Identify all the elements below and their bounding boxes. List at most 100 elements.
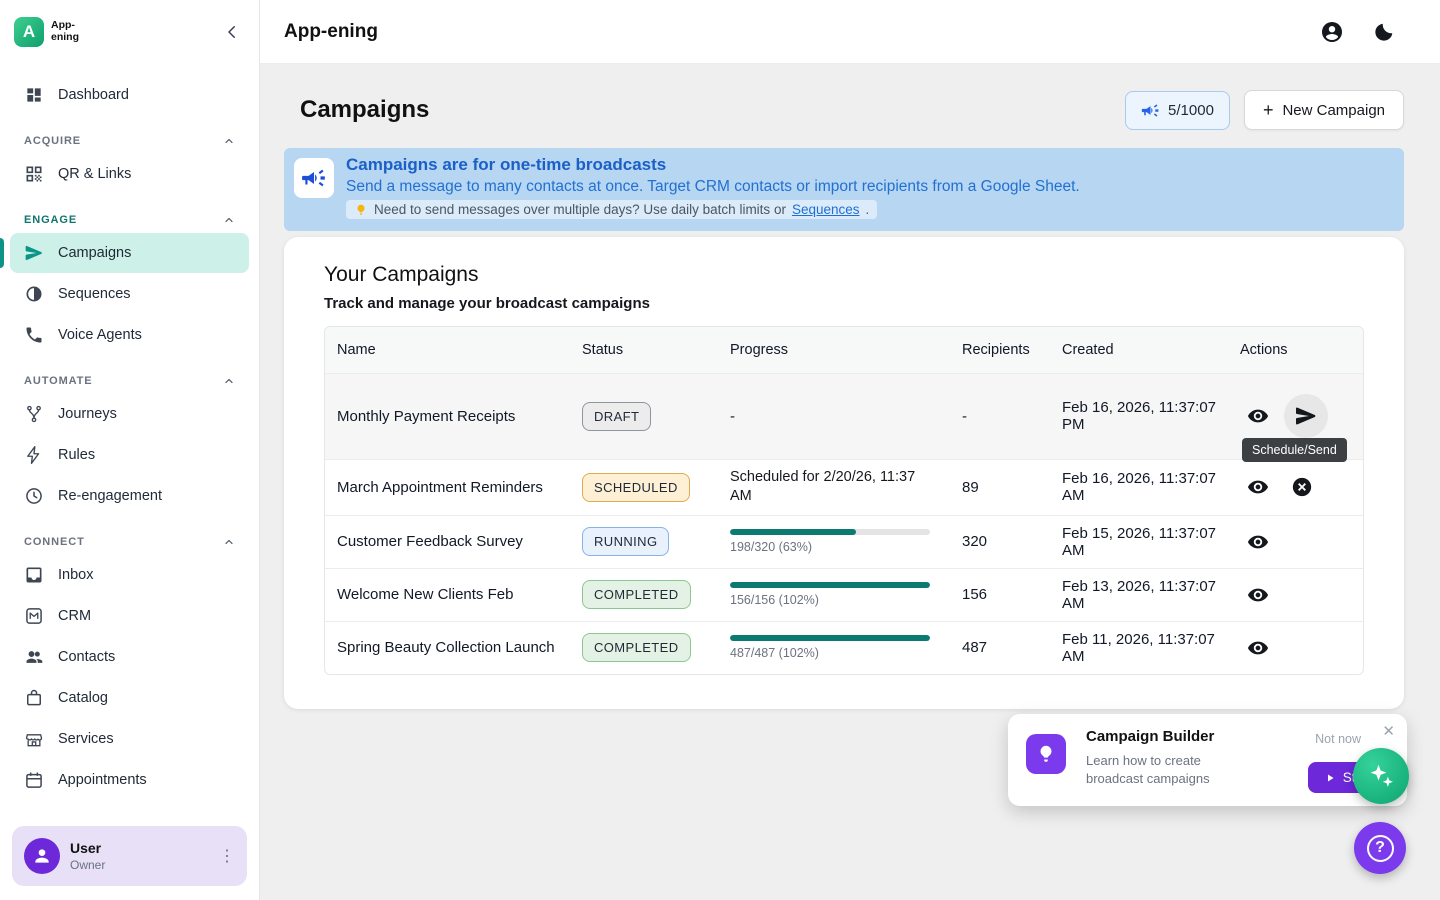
- campaign-created: Feb 15, 2026, 11:37:07 AM: [1050, 515, 1228, 568]
- progress-label: 156/156 (102%): [730, 593, 938, 607]
- sidebar-item-journeys[interactable]: Journeys: [10, 394, 249, 434]
- sidebar-item-re-engagement[interactable]: Re-engagement: [10, 476, 249, 516]
- sidebar-nav: Dashboard ACQUIRE QR & Links ENGAGE Camp…: [0, 64, 259, 816]
- sidebar-item-appointments[interactable]: Appointments: [10, 760, 249, 800]
- sidebar-item-rules[interactable]: Rules: [10, 435, 249, 475]
- sidebar-item-label: Re-engagement: [58, 488, 162, 504]
- sidebar-item-voice-agents[interactable]: Voice Agents: [10, 315, 249, 355]
- view-button[interactable]: [1240, 577, 1276, 613]
- sidebar-item-label: Voice Agents: [58, 327, 142, 343]
- sidebar-item-dashboard[interactable]: Dashboard: [10, 75, 249, 115]
- sidebar-item-qr-links[interactable]: QR & Links: [10, 154, 249, 194]
- sidebar-item-inbox[interactable]: Inbox: [10, 555, 249, 595]
- sidebar-item-crm[interactable]: CRM: [10, 596, 249, 636]
- campaign-recipients: 156: [950, 568, 1050, 621]
- ai-assistant-fab[interactable]: [1353, 748, 1409, 804]
- table-row[interactable]: Spring Beauty Collection Launch COMPLETE…: [325, 621, 1364, 674]
- table-row[interactable]: Monthly Payment Receipts DRAFT - - Feb 1…: [325, 373, 1364, 459]
- view-button[interactable]: [1240, 630, 1276, 666]
- eye-icon: [1247, 476, 1269, 498]
- view-button[interactable]: [1240, 524, 1276, 560]
- section-acquire[interactable]: ACQUIRE: [10, 127, 249, 153]
- sidebar-item-catalog[interactable]: Catalog: [10, 678, 249, 718]
- new-campaign-button[interactable]: + New Campaign: [1244, 90, 1404, 130]
- sidebar-item-label: Rules: [58, 447, 95, 463]
- cancel-button[interactable]: [1284, 469, 1320, 505]
- col-header-actions: Actions: [1228, 327, 1364, 374]
- person-icon: [32, 846, 52, 866]
- new-campaign-label: New Campaign: [1282, 102, 1385, 119]
- user-menu-button[interactable]: ⋮: [219, 846, 235, 866]
- view-button[interactable]: [1240, 469, 1276, 505]
- campaign-name: Spring Beauty Collection Launch: [325, 621, 570, 674]
- table-header-row: Name Status Progress Recipients Created …: [325, 327, 1364, 374]
- col-header-name: Name: [325, 327, 570, 374]
- progress-bar: [730, 635, 930, 641]
- user-card[interactable]: User Owner ⋮: [12, 826, 247, 886]
- view-button[interactable]: [1240, 398, 1276, 434]
- section-connect[interactable]: CONNECT: [10, 528, 249, 554]
- sidebar-item-label: Contacts: [58, 649, 115, 665]
- sidebar: A App-ening Dashboard ACQUIRE QR & Links…: [0, 0, 260, 900]
- not-now-button[interactable]: Not now: [1315, 732, 1361, 746]
- lightbulb-icon: [1035, 743, 1057, 765]
- page-header-actions: 5/1000 + New Campaign: [1125, 90, 1404, 130]
- close-icon[interactable]: ✕: [1382, 722, 1395, 740]
- section-automate[interactable]: AUTOMATE: [10, 367, 249, 393]
- campaign-name: Monthly Payment Receipts: [325, 373, 570, 459]
- table-row[interactable]: March Appointment Reminders SCHEDULED Sc…: [325, 459, 1364, 515]
- help-fab[interactable]: ?: [1354, 822, 1406, 874]
- lightbulb-icon: [354, 203, 368, 217]
- campaigns-card: Your Campaigns Track and manage your bro…: [284, 237, 1404, 709]
- sidebar-item-label: Catalog: [58, 690, 108, 706]
- sidebar-item-services[interactable]: Services: [10, 719, 249, 759]
- sidebar-item-contacts[interactable]: Contacts: [10, 637, 249, 677]
- status-badge: COMPLETED: [582, 580, 691, 609]
- sidebar-item-label: Dashboard: [58, 87, 129, 103]
- campaign-progress: Scheduled for 2/20/26, 11:37 AM: [730, 468, 938, 507]
- user-name: User: [70, 840, 105, 856]
- col-header-status: Status: [570, 327, 718, 374]
- sidebar-item-campaigns[interactable]: Campaigns: [10, 233, 249, 273]
- megaphone-icon: [1141, 101, 1160, 120]
- sidebar-collapse-button[interactable]: [223, 23, 241, 41]
- campaign-created: Feb 16, 2026, 11:37:07 PM: [1050, 373, 1228, 459]
- eye-icon: [1247, 531, 1269, 553]
- sidebar-item-sequences[interactable]: Sequences: [10, 274, 249, 314]
- clock-icon: [24, 486, 44, 506]
- sparkles-icon: [1366, 761, 1396, 791]
- progress-bar: [730, 582, 930, 588]
- schedule-send-button[interactable]: [1284, 394, 1328, 438]
- account-icon[interactable]: [1320, 20, 1344, 44]
- dark-mode-moon-icon[interactable]: [1372, 20, 1396, 44]
- info-banner: Campaigns are for one-time broadcasts Se…: [284, 148, 1404, 231]
- chevron-left-icon: [223, 23, 241, 41]
- quota-count: 5/1000: [1168, 102, 1214, 119]
- question-mark-icon: ?: [1367, 835, 1394, 862]
- status-badge: COMPLETED: [582, 633, 691, 662]
- table-row[interactable]: Customer Feedback Survey RUNNING 198/320…: [325, 515, 1364, 568]
- toast-body: Learn how to create broadcast campaigns: [1086, 752, 1251, 788]
- cancel-icon: [1291, 476, 1313, 498]
- table-row[interactable]: Welcome New Clients Feb COMPLETED 156/15…: [325, 568, 1364, 621]
- card-subtitle: Track and manage your broadcast campaign…: [324, 295, 1364, 312]
- section-engage[interactable]: ENGAGE: [10, 206, 249, 232]
- banner-text: Campaigns are for one-time broadcasts Se…: [346, 155, 1080, 222]
- toast-title: Campaign Builder: [1086, 728, 1214, 745]
- storefront-icon: [24, 729, 44, 749]
- sidebar-item-label: Campaigns: [58, 245, 131, 261]
- chevron-up-icon: [223, 214, 235, 226]
- toast-icon-box: [1026, 734, 1066, 774]
- sidebar-item-label: CRM: [58, 608, 91, 624]
- lightning-icon: [24, 445, 44, 465]
- progress-label: 198/320 (63%): [730, 540, 938, 554]
- app-logo: A App-ening: [14, 17, 91, 47]
- sequences-link[interactable]: Sequences: [792, 202, 860, 217]
- campaign-quota-badge[interactable]: 5/1000: [1125, 91, 1230, 130]
- banner-title: Campaigns are for one-time broadcasts: [346, 155, 1080, 175]
- sidebar-item-label: Services: [58, 731, 114, 747]
- banner-tip: Need to send messages over multiple days…: [346, 200, 877, 219]
- branch-icon: [24, 404, 44, 424]
- campaign-created: Feb 16, 2026, 11:37:07 AM: [1050, 459, 1228, 515]
- campaigns-table: Name Status Progress Recipients Created …: [324, 326, 1364, 675]
